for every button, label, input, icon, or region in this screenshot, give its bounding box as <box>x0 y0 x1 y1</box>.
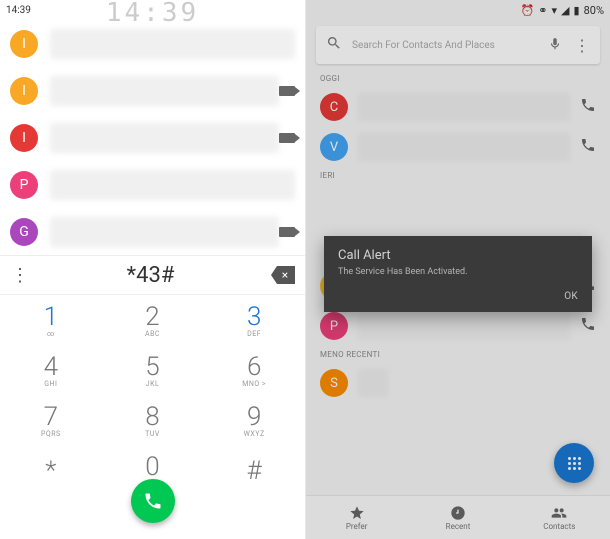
call-info-blur <box>50 29 295 59</box>
call-button[interactable] <box>131 479 175 523</box>
nav-contacts[interactable]: Contacts <box>509 496 610 539</box>
dialog-title: Call Alert <box>338 248 578 263</box>
mic-icon[interactable] <box>548 36 562 55</box>
avatar: V <box>320 133 348 161</box>
link-icon: ⚭ <box>538 4 547 17</box>
key-2[interactable]: 2ABC <box>102 295 204 345</box>
search-icon <box>326 35 342 55</box>
section-yesterday: IERI <box>306 167 610 184</box>
signal-icon: ◢ <box>561 4 569 17</box>
call-info-blur <box>50 217 279 247</box>
battery-icon: ▮ <box>574 4 580 17</box>
clock-icon <box>450 505 466 521</box>
phone-icon <box>143 491 163 511</box>
key-3[interactable]: 3DEF <box>203 295 305 345</box>
call-icon[interactable] <box>580 137 596 157</box>
avatar: I <box>10 77 38 105</box>
nav-recent[interactable]: Recent <box>407 496 508 539</box>
key-4[interactable]: 4GHI <box>0 345 102 395</box>
dial-pad: 1∞ 2ABC 3DEF 4GHI 5JKL 6MNO > 7PQRS 8TUV… <box>0 295 305 495</box>
key-7[interactable]: 7PQRS <box>0 395 102 445</box>
video-icon[interactable] <box>279 86 295 96</box>
call-row[interactable]: I <box>0 67 305 114</box>
call-info-blur <box>50 170 295 200</box>
clock-big: 14:39 <box>106 0 199 28</box>
video-icon[interactable] <box>279 227 295 237</box>
contact-info-blur <box>358 369 388 397</box>
key-5[interactable]: 5JKL <box>102 345 204 395</box>
call-icon[interactable] <box>580 97 596 117</box>
avatar: I <box>10 124 38 152</box>
more-icon[interactable]: ⋮ <box>574 36 590 55</box>
bottom-nav: Prefer Recent Contacts <box>306 495 610 539</box>
search-bar[interactable]: Search For Contacts And Places ⋮ <box>316 26 600 64</box>
wifi-icon: ▾ <box>552 4 558 17</box>
status-icons: ⏰ ⚭ ▾ ◢ ▮ 80% <box>521 4 604 17</box>
dialog-message: The Service Has Been Activated. <box>338 267 578 277</box>
avatar: C <box>320 93 348 121</box>
dialpad-fab[interactable] <box>554 443 594 483</box>
dialog-ok-button[interactable]: OK <box>338 291 578 302</box>
section-today: OGGI <box>306 70 610 87</box>
contact-row[interactable]: P <box>306 306 610 346</box>
star-icon <box>349 505 365 521</box>
contact-info-blur <box>358 93 570 121</box>
dialpad-icon <box>568 457 581 470</box>
contact-info-blur <box>358 312 570 340</box>
call-row[interactable]: P <box>0 161 305 208</box>
call-row[interactable]: G <box>0 208 305 255</box>
section-less-recent: MENO RECENTI <box>306 346 610 363</box>
call-log-list: I I I P G <box>0 20 305 255</box>
call-alert-dialog: Call Alert The Service Has Been Activate… <box>324 236 592 312</box>
nav-prefer[interactable]: Prefer <box>306 496 407 539</box>
avatar: P <box>320 312 348 340</box>
contact-row[interactable]: S <box>306 363 610 403</box>
contact-info-blur <box>358 133 570 161</box>
contact-row[interactable]: V <box>306 127 610 167</box>
key-hash[interactable]: # <box>203 445 305 495</box>
avatar: G <box>10 218 38 246</box>
key-8[interactable]: 8TUV <box>102 395 204 445</box>
call-icon[interactable] <box>580 316 596 336</box>
key-9[interactable]: 9WXYZ <box>203 395 305 445</box>
key-1[interactable]: 1∞ <box>0 295 102 345</box>
video-icon[interactable] <box>279 133 295 143</box>
call-info-blur <box>50 123 279 153</box>
search-placeholder: Search For Contacts And Places <box>352 40 548 51</box>
alarm-icon: ⏰ <box>521 4 535 17</box>
avatar: I <box>10 30 38 58</box>
dial-input-row: ⋮ *43# <box>0 255 305 295</box>
key-6[interactable]: 6MNO > <box>203 345 305 395</box>
battery-pct: 80% <box>584 4 604 17</box>
call-info-blur <box>50 76 279 106</box>
people-icon <box>551 505 567 521</box>
key-star[interactable]: * <box>0 445 102 495</box>
contact-row[interactable]: C <box>306 87 610 127</box>
backspace-button[interactable] <box>271 266 295 284</box>
dial-input-value: *43# <box>30 263 271 288</box>
avatar: P <box>10 171 38 199</box>
avatar: S <box>320 369 348 397</box>
more-icon[interactable]: ⋮ <box>10 265 30 286</box>
call-row[interactable]: I <box>0 114 305 161</box>
